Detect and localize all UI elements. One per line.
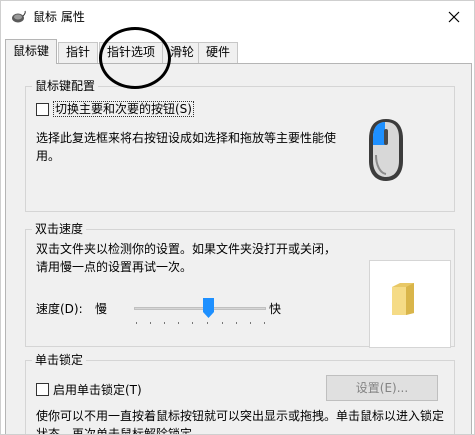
speed-label: 速度(D): [36, 302, 83, 316]
slider-tick [236, 322, 237, 324]
test-folder-area[interactable] [369, 260, 451, 348]
button-config-description: 选择此复选框来将右按钮设成如选择和拖放等主要性能使用。 [36, 131, 337, 163]
slider-tick [136, 322, 137, 324]
double-click-group: 双击速度 双击文件夹以检测你的设置。如果文件夹没打开或关闭，请用慢一点的设置再试… [25, 221, 455, 348]
tab-pointer-options[interactable]: 指针选项 [99, 42, 164, 63]
double-click-description: 双击文件夹以检测你的设置。如果文件夹没打开或关闭，请用慢一点的设置再试一次。 [36, 242, 337, 274]
mouse-icon [12, 10, 26, 23]
tab-buttons[interactable]: 鼠标键 [5, 39, 58, 64]
speed-slider-thumb[interactable] [203, 298, 214, 318]
close-icon [448, 11, 460, 23]
speed-slider-track[interactable] [134, 307, 266, 310]
mouse-properties-window: 鼠标 属性 鼠标键 指针 指针选项 滑轮 硬件 鼠标键配置 切换主要和次要的按钮… [0, 0, 475, 435]
button-config-group: 鼠标键配置 切换主要和次要的按钮(S) 选择此复选框来将右按钮设成如选择和拖放等… [25, 78, 455, 212]
button-config-title: 鼠标键配置 [32, 78, 99, 94]
switch-buttons-checkbox[interactable] [36, 102, 49, 116]
slider-tick [192, 322, 193, 324]
tab-wheel[interactable]: 滑轮 [162, 42, 203, 63]
window-title: 鼠标 属性 [33, 10, 85, 24]
slider-tick [178, 322, 179, 324]
slider-tick [222, 322, 223, 324]
slider-tick [164, 322, 165, 324]
click-lock-option[interactable]: 启用单击锁定(T) [36, 381, 142, 397]
tab-pointers[interactable]: 指针 [58, 42, 99, 63]
switch-buttons-option[interactable]: 切换主要和次要的按钮(S) [36, 101, 194, 117]
click-lock-checkbox[interactable] [36, 382, 49, 396]
slider-tick [150, 322, 151, 324]
click-lock-group: 单击锁定 启用单击锁定(T) 设置(E)... 使你可以不用一直按着鼠标按钮就可… [25, 352, 455, 435]
double-click-title: 双击速度 [32, 221, 87, 237]
click-lock-title: 单击锁定 [32, 352, 87, 368]
click-lock-settings-button[interactable]: 设置(E)... [326, 375, 438, 401]
slow-label: 慢 [95, 302, 108, 316]
tab-panel: 鼠标键配置 切换主要和次要的按钮(S) 选择此复选框来将右按钮设成如选择和拖放等… [5, 63, 472, 435]
folder-icon[interactable] [390, 281, 416, 317]
title-bar: 鼠标 属性 [1, 1, 474, 33]
click-lock-label: 启用单击锁定(T) [53, 382, 142, 397]
mouse-primary-left-icon [369, 119, 403, 181]
switch-buttons-label: 切换主要和次要的按钮(S) [53, 101, 194, 117]
slider-tick [250, 322, 251, 324]
close-button[interactable] [442, 5, 466, 29]
slider-tick [207, 322, 208, 324]
click-lock-description: 使你可以不用一直按着鼠标按钮就可以突出显示或拖拽。单击鼠标以进入锁定状态，再次单… [36, 409, 445, 435]
tab-hardware[interactable]: 硬件 [198, 42, 239, 63]
slider-tick [264, 322, 265, 324]
fast-label: 快 [269, 302, 282, 316]
tab-strip: 鼠标键 指针 指针选项 滑轮 硬件 [5, 39, 472, 64]
